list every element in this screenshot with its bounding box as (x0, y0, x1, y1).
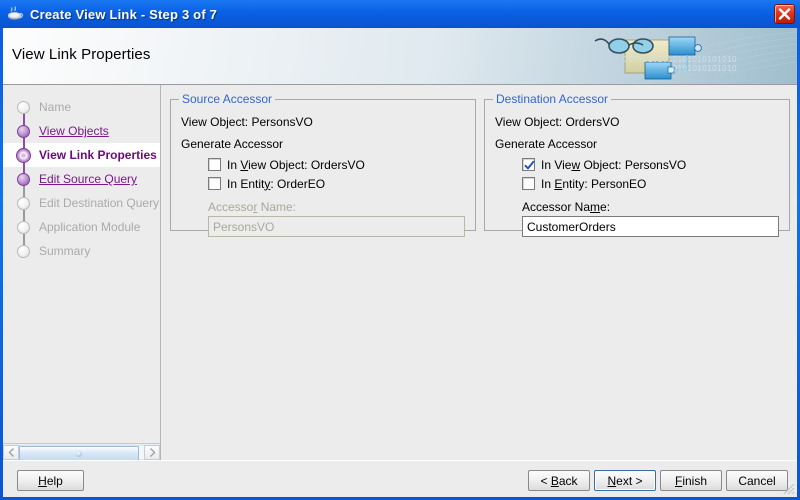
source-accessor-name-input: PersonsVO (208, 216, 465, 237)
cancel-button[interactable]: Cancel (726, 470, 788, 491)
step-connector (23, 179, 25, 253)
cancel-button-label: Cancel (738, 473, 776, 488)
step-bullet-icon (17, 244, 30, 258)
source-generate-accessor-label: Generate Accessor (181, 137, 284, 151)
source-accessor-name-label: Accessor Name: (208, 200, 297, 214)
destination-in-view-object-row[interactable]: In View Object: PersonsVO (522, 155, 779, 174)
sidebar-step-label: Edit Destination Query (39, 196, 160, 210)
resize-grip-icon[interactable] (783, 483, 795, 495)
dialog-window: Create View Link - Step 3 of 7 View Link… (0, 0, 800, 500)
source-in-view-object-label: In View Object: OrdersVO (227, 157, 365, 172)
sidebar-step-label: Name (39, 100, 72, 114)
step-bullet-icon (17, 196, 30, 210)
sidebar-step-application-module[interactable]: Application Module (3, 215, 160, 239)
back-button-label: < Back (540, 473, 578, 488)
scrollbar-grip-icon (76, 450, 82, 457)
page-title: View Link Properties (12, 46, 151, 63)
next-button[interactable]: Next > (594, 470, 656, 491)
sidebar-horizontal-scrollbar[interactable] (3, 443, 160, 461)
destination-accessor-group: Destination Accessor View Object: Orders… (484, 92, 790, 237)
binary-line-2: 0101010101010 (672, 64, 737, 73)
sidebar-step-label: Application Module (39, 220, 141, 234)
destination-in-view-object-checkbox[interactable] (522, 158, 535, 171)
finish-button-label: Finish (674, 473, 708, 488)
scrollbar-thumb[interactable] (19, 445, 139, 461)
dialog-body: Name View Objects View Link Properties E… (3, 85, 797, 461)
step-bullet-icon (17, 220, 30, 234)
destination-in-entity-label: In Entity: PersonEO (541, 176, 647, 191)
sidebar-step-view-link-properties[interactable]: View Link Properties (3, 143, 160, 167)
finish-button[interactable]: Finish (660, 470, 722, 491)
sidebar-step-label: Summary (39, 244, 91, 258)
binary-decoration: 01010101010101010101010 0101010101010 (623, 55, 737, 73)
destination-in-entity-checkbox[interactable] (522, 177, 535, 190)
destination-in-entity-row[interactable]: In Entity: PersonEO (522, 174, 779, 193)
source-accessor-group: Source Accessor View Object: PersonsVO G… (170, 92, 476, 237)
sidebar-step-name[interactable]: Name (3, 95, 160, 119)
destination-accessor-content: View Object: OrdersVO Generate Accessor … (485, 100, 789, 237)
wizard-steps-list: Name View Objects View Link Properties E… (3, 85, 160, 263)
source-in-entity-label: In Entity: OrderEO (227, 176, 326, 191)
source-in-view-object-checkbox[interactable] (208, 158, 221, 171)
chevron-right-icon[interactable] (144, 444, 160, 460)
source-in-entity-checkbox[interactable] (208, 177, 221, 190)
dialog-footer: Help < Back Next > Finish Cancel (3, 460, 797, 497)
sidebar-step-label[interactable]: Edit Source Query (39, 172, 137, 186)
source-accessor-name-value: PersonsVO (213, 219, 275, 234)
next-button-label: Next > (607, 473, 643, 488)
destination-generate-accessor-label: Generate Accessor (495, 137, 598, 151)
sidebar-step-edit-destination-query[interactable]: Edit Destination Query (3, 191, 160, 215)
step-bullet-icon (17, 172, 30, 186)
sidebar-step-label: View Link Properties (39, 148, 157, 162)
sidebar-step-view-objects[interactable]: View Objects (3, 119, 160, 143)
window-title: Create View Link - Step 3 of 7 (30, 6, 218, 22)
step-bullet-icon (17, 124, 30, 138)
sidebar-step-edit-source-query[interactable]: Edit Source Query (3, 167, 160, 191)
back-button[interactable]: < Back (528, 470, 590, 491)
binary-line-1: 01010101010101010101010 (623, 55, 737, 64)
source-view-object-text: View Object: PersonsVO (181, 115, 313, 129)
title-bar[interactable]: Create View Link - Step 3 of 7 (0, 0, 800, 28)
scrollbar-track[interactable] (19, 444, 144, 461)
checkmark-icon (524, 160, 535, 170)
destination-accessor-name-value: CustomerOrders (527, 219, 616, 234)
step-bullet-icon (17, 100, 30, 114)
help-button[interactable]: Help (17, 470, 84, 491)
step-connector (23, 103, 25, 179)
sidebar-step-label[interactable]: View Objects (39, 124, 109, 138)
source-in-view-object-row[interactable]: In View Object: OrdersVO (208, 155, 465, 174)
header-banner: View Link Properties 0101010101010101010… (3, 28, 797, 85)
close-icon[interactable] (774, 4, 795, 24)
sidebar-step-summary[interactable]: Summary (3, 239, 160, 263)
source-in-entity-row[interactable]: In Entity: OrderEO (208, 174, 465, 193)
destination-accessor-name-label: Accessor Name: (522, 200, 611, 214)
help-button-label: Help (38, 473, 63, 488)
step-bullet-icon (16, 147, 31, 163)
chevron-left-icon[interactable] (3, 444, 19, 460)
source-accessor-content: View Object: PersonsVO Generate Accessor… (171, 100, 475, 237)
destination-accessor-name-input[interactable]: CustomerOrders (522, 216, 779, 237)
destination-view-object-text: View Object: OrdersVO (495, 115, 620, 129)
main-content-panel: Source Accessor View Object: PersonsVO G… (162, 85, 797, 460)
destination-in-view-object-label: In View Object: PersonsVO (541, 157, 687, 172)
wizard-steps-sidebar: Name View Objects View Link Properties E… (3, 85, 161, 461)
coffee-cup-icon (6, 5, 24, 23)
